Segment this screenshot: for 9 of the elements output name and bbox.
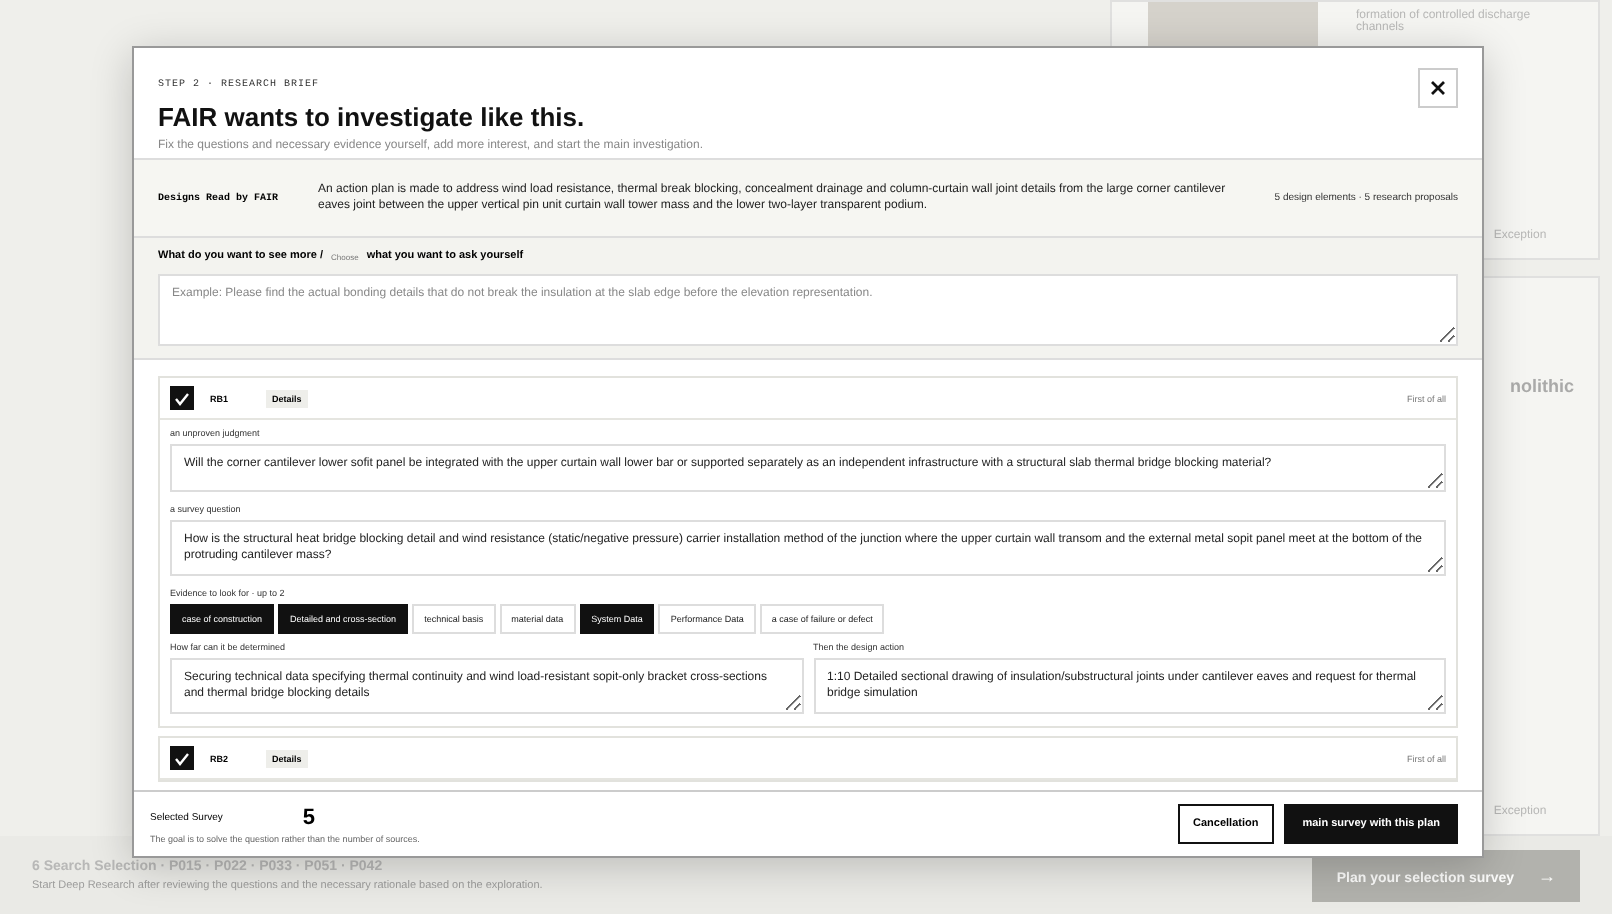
dialog-title: FAIR wants to investigate like this.: [158, 102, 587, 132]
checkbox[interactable]: [170, 386, 194, 410]
checkbox[interactable]: [170, 746, 194, 770]
selected-survey-count: 5: [302, 805, 316, 829]
close-button[interactable]: [1418, 68, 1458, 108]
check-icon: [174, 751, 190, 765]
close-icon: [1430, 80, 1446, 96]
card-title: nolithic: [1510, 376, 1576, 396]
check-icon: [174, 391, 190, 405]
